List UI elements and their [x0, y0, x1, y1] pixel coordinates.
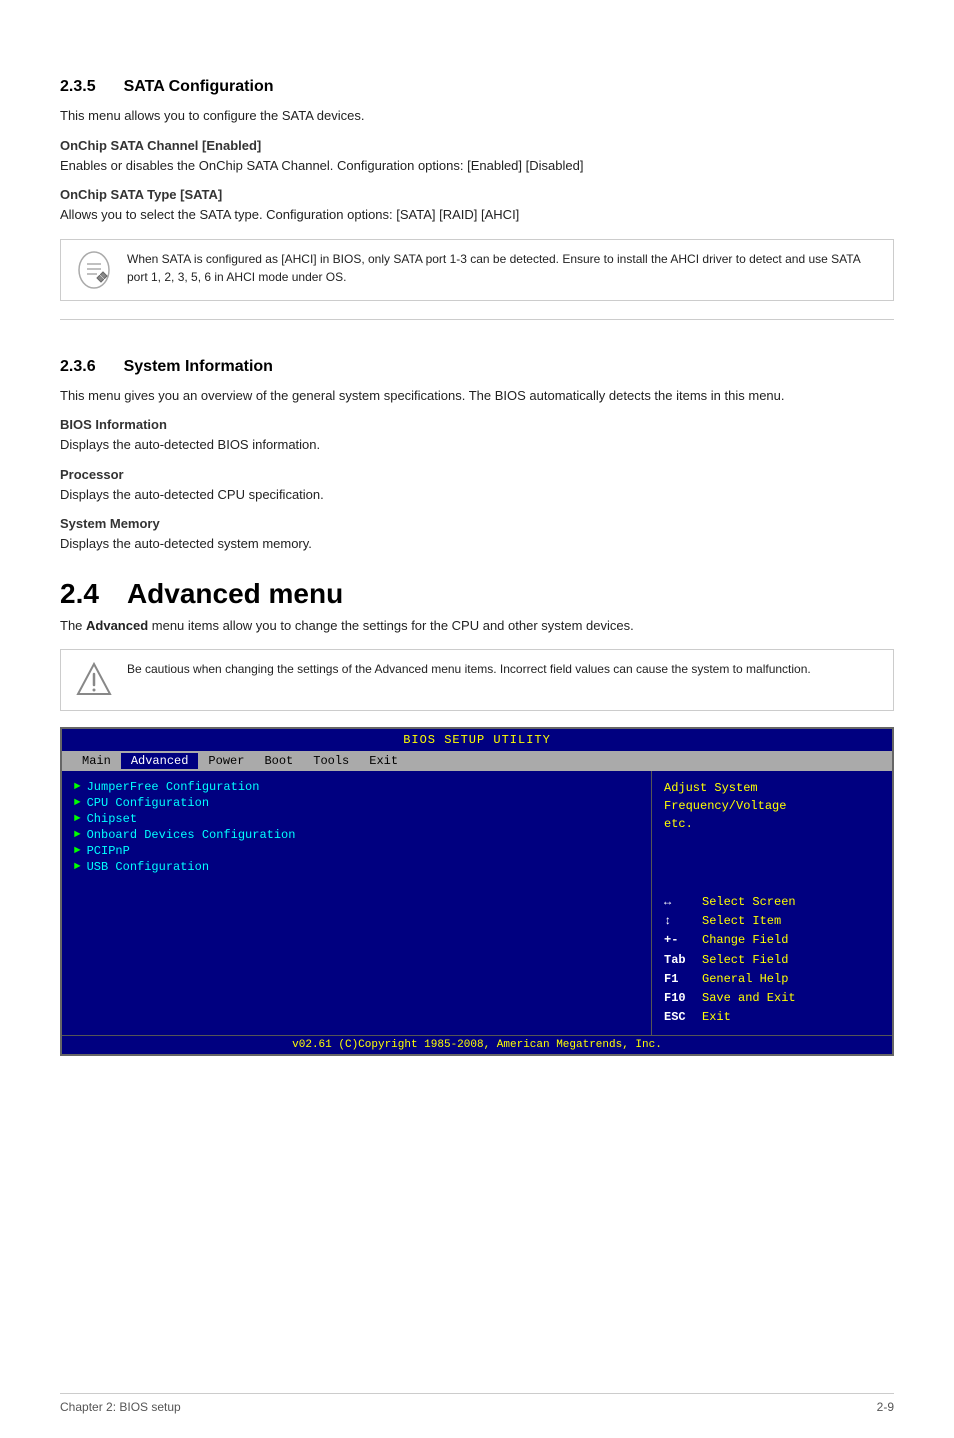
subsection-processor-body: Displays the auto-detected CPU specifica…	[60, 485, 894, 505]
bios-right-top-text: Adjust SystemFrequency/Voltageetc.	[664, 779, 880, 833]
subsection-processor-title: Processor	[60, 467, 894, 482]
note-pencil-icon	[75, 250, 113, 290]
bios-left-panel: ► JumperFree Configuration ► CPU Configu…	[62, 771, 652, 1035]
subsection-system-memory-title: System Memory	[60, 516, 894, 531]
section-235-num: 2.3.5	[60, 78, 96, 96]
subsection-system-memory-body: Displays the auto-detected system memory…	[60, 534, 894, 554]
subsection-onchip-type-title: OnChip SATA Type [SATA]	[60, 187, 894, 202]
bios-key-line-5: F10 Save and Exit	[664, 989, 880, 1008]
bios-menu-advanced[interactable]: Advanced	[121, 753, 199, 769]
bios-arrow-3: ►	[74, 829, 81, 841]
section-24-num: 2.4	[60, 578, 99, 610]
bios-menu-bar: Main Advanced Power Boot Tools Exit	[62, 751, 892, 771]
bios-entry-5[interactable]: ► USB Configuration	[74, 859, 639, 875]
bios-key-name-4: F1	[664, 970, 694, 989]
subsection-bios-info-title: BIOS Information	[60, 417, 894, 432]
bios-title: BIOS SETUP UTILITY	[62, 729, 892, 751]
bios-entry-3[interactable]: ► Onboard Devices Configuration	[74, 827, 639, 843]
warning-box-advanced: Be cautious when changing the settings o…	[60, 649, 894, 711]
note-sata-text: When SATA is configured as [AHCI] in BIO…	[127, 250, 879, 286]
section-24-intro: The Advanced menu items allow you to cha…	[60, 616, 894, 636]
bios-key-help: ↔ Select Screen ↕ Select Item +- Change …	[664, 893, 880, 1027]
bios-key-desc-1: Select Item	[702, 912, 781, 931]
subsection-onchip-type-body: Allows you to select the SATA type. Conf…	[60, 205, 894, 225]
bios-entry-label-1: CPU Configuration	[87, 796, 209, 810]
bios-key-desc-6: Exit	[702, 1008, 731, 1027]
bios-arrow-4: ►	[74, 845, 81, 857]
bios-key-line-3: Tab Select Field	[664, 951, 880, 970]
bios-key-name-1: ↕	[664, 912, 694, 931]
section-236-num: 2.3.6	[60, 358, 96, 376]
bios-key-name-3: Tab	[664, 951, 694, 970]
section-236-header: 2.3.6 System Information	[60, 340, 894, 382]
bios-key-desc-2: Change Field	[702, 931, 788, 950]
subsection-onchip-channel-body: Enables or disables the OnChip SATA Chan…	[60, 156, 894, 176]
bios-entry-1[interactable]: ► CPU Configuration	[74, 795, 639, 811]
bios-entry-label-2: Chipset	[87, 812, 137, 826]
bios-menu-power[interactable]: Power	[198, 753, 254, 769]
divider-235-236	[60, 319, 894, 320]
bios-arrow-2: ►	[74, 813, 81, 825]
advanced-bold: Advanced	[86, 618, 148, 633]
bios-arrow-5: ►	[74, 861, 81, 873]
bios-key-line-0: ↔ Select Screen	[664, 893, 880, 912]
bios-key-name-5: F10	[664, 989, 694, 1008]
bios-footer: v02.61 (C)Copyright 1985-2008, American …	[62, 1035, 892, 1054]
bios-key-desc-5: Save and Exit	[702, 989, 796, 1008]
bios-body: ► JumperFree Configuration ► CPU Configu…	[62, 771, 892, 1035]
bios-right-panel: Adjust SystemFrequency/Voltageetc. ↔ Sel…	[652, 771, 892, 1035]
bios-key-desc-3: Select Field	[702, 951, 788, 970]
warning-advanced-text: Be cautious when changing the settings o…	[127, 660, 811, 678]
section-235-header: 2.3.5 SATA Configuration	[60, 60, 894, 102]
bios-entry-label-4: PCIPnP	[87, 844, 130, 858]
subsection-onchip-channel-title: OnChip SATA Channel [Enabled]	[60, 138, 894, 153]
note-box-sata: When SATA is configured as [AHCI] in BIO…	[60, 239, 894, 301]
bios-entry-4[interactable]: ► PCIPnP	[74, 843, 639, 859]
bios-screenshot: BIOS SETUP UTILITY Main Advanced Power B…	[60, 727, 894, 1056]
bios-menu-exit[interactable]: Exit	[359, 753, 408, 769]
page-footer: Chapter 2: BIOS setup 2-9	[60, 1393, 894, 1414]
section-236-intro: This menu gives you an overview of the g…	[60, 386, 894, 406]
bios-menu-boot[interactable]: Boot	[254, 753, 303, 769]
bios-key-line-2: +- Change Field	[664, 931, 880, 950]
bios-entry-label-5: USB Configuration	[87, 860, 209, 874]
bios-key-name-0: ↔	[664, 893, 694, 912]
bios-key-name-2: +-	[664, 931, 694, 950]
bios-key-desc-4: General Help	[702, 970, 788, 989]
warning-triangle-icon	[75, 660, 113, 700]
section-235-title: SATA Configuration	[124, 78, 274, 96]
bios-key-line-1: ↕ Select Item	[664, 912, 880, 931]
bios-entry-label-0: JumperFree Configuration	[87, 780, 260, 794]
bios-key-line-4: F1 General Help	[664, 970, 880, 989]
bios-key-line-6: ESC Exit	[664, 1008, 880, 1027]
section-24-header: 2.4 Advanced menu	[60, 578, 894, 610]
subsection-bios-info-body: Displays the auto-detected BIOS informat…	[60, 435, 894, 455]
section-236-title: System Information	[124, 358, 273, 376]
footer-chapter: Chapter 2: BIOS setup	[60, 1400, 181, 1414]
bios-arrow-1: ►	[74, 797, 81, 809]
section-24-title: Advanced menu	[127, 578, 343, 610]
bios-key-desc-0: Select Screen	[702, 893, 796, 912]
bios-entry-2[interactable]: ► Chipset	[74, 811, 639, 827]
bios-entry-0[interactable]: ► JumperFree Configuration	[74, 779, 639, 795]
bios-menu-tools[interactable]: Tools	[303, 753, 359, 769]
footer-page-number: 2-9	[877, 1400, 894, 1414]
section-235-intro: This menu allows you to configure the SA…	[60, 106, 894, 126]
bios-entry-label-3: Onboard Devices Configuration	[87, 828, 296, 842]
bios-menu-main[interactable]: Main	[72, 753, 121, 769]
bios-key-name-6: ESC	[664, 1008, 694, 1027]
bios-arrow-0: ►	[74, 781, 81, 793]
